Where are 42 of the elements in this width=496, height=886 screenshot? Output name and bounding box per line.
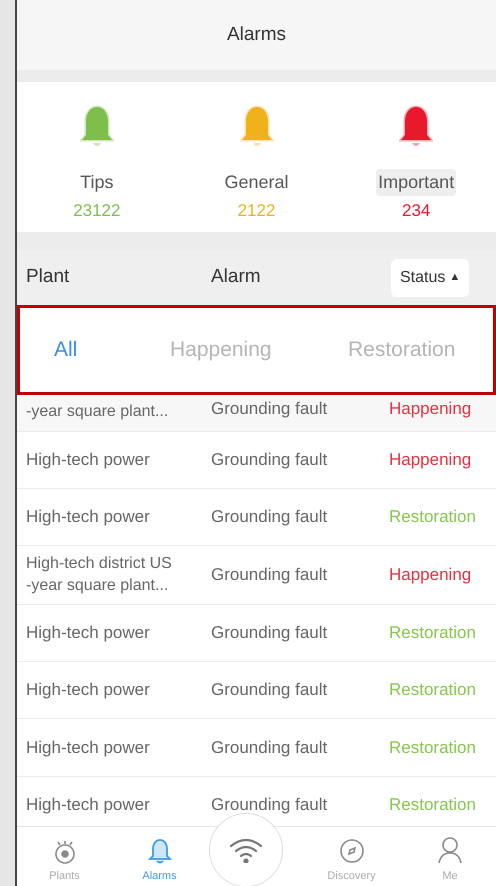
alarm-type: Grounding fault [211,398,328,420]
status-sort-button[interactable]: Status ▲ [391,258,470,296]
alarm-status: Restoration [389,622,476,644]
alarm-row[interactable]: -year square plant... Grounding fault Happening [17,395,496,432]
category-label: Important [376,169,456,196]
alarm-status: Restoration [389,736,476,759]
plant-name: High-tech power [26,679,151,702]
plant-name: High-tech power [26,449,151,472]
plant-name: -year square plant... [26,402,170,422]
category-label: General [223,171,290,194]
plant-name: -year square plant... [26,576,170,596]
alarm-type: Grounding fault [211,506,328,528]
category-label: Tips [79,171,114,194]
nav-tab[interactable]: Alarms [142,868,177,884]
person-icon[interactable] [437,836,463,864]
alarm-type: Grounding fault [211,449,328,472]
alarm-type: Grounding fault [211,679,328,702]
alarm-status: Restoration [389,506,476,528]
plant-name: High-tech district US [26,554,173,574]
column-header: Alarm [211,265,262,290]
alarm-type: Grounding fault [211,736,328,759]
alarm-status: Happening [389,449,472,472]
alarm-status: Happening [389,398,472,420]
wifi-icon [229,837,263,863]
alarm-type: Grounding fault [211,564,328,586]
plant-name: High-tech power [26,506,151,528]
alarm-count: 23122 [73,200,120,222]
alarm-status: Restoration [389,794,476,816]
alarm-type: Grounding fault [211,794,328,816]
plant-name: High-tech power [26,794,151,816]
alarm-type: Grounding fault [211,622,328,644]
alarm-status: Restoration [389,679,476,702]
alarm-status: Happening [389,564,472,586]
alarm-count: 234 [402,200,430,222]
plant-name: High-tech power [26,622,151,644]
alarm-count: 2122 [238,200,276,222]
compass-icon[interactable] [338,838,364,864]
filter-option[interactable]: All [54,338,78,362]
plant-name: High-tech power [26,736,151,759]
bell-icon[interactable] [148,838,172,864]
column-header: Plant [25,265,70,290]
window-title: Alarms [226,22,286,47]
